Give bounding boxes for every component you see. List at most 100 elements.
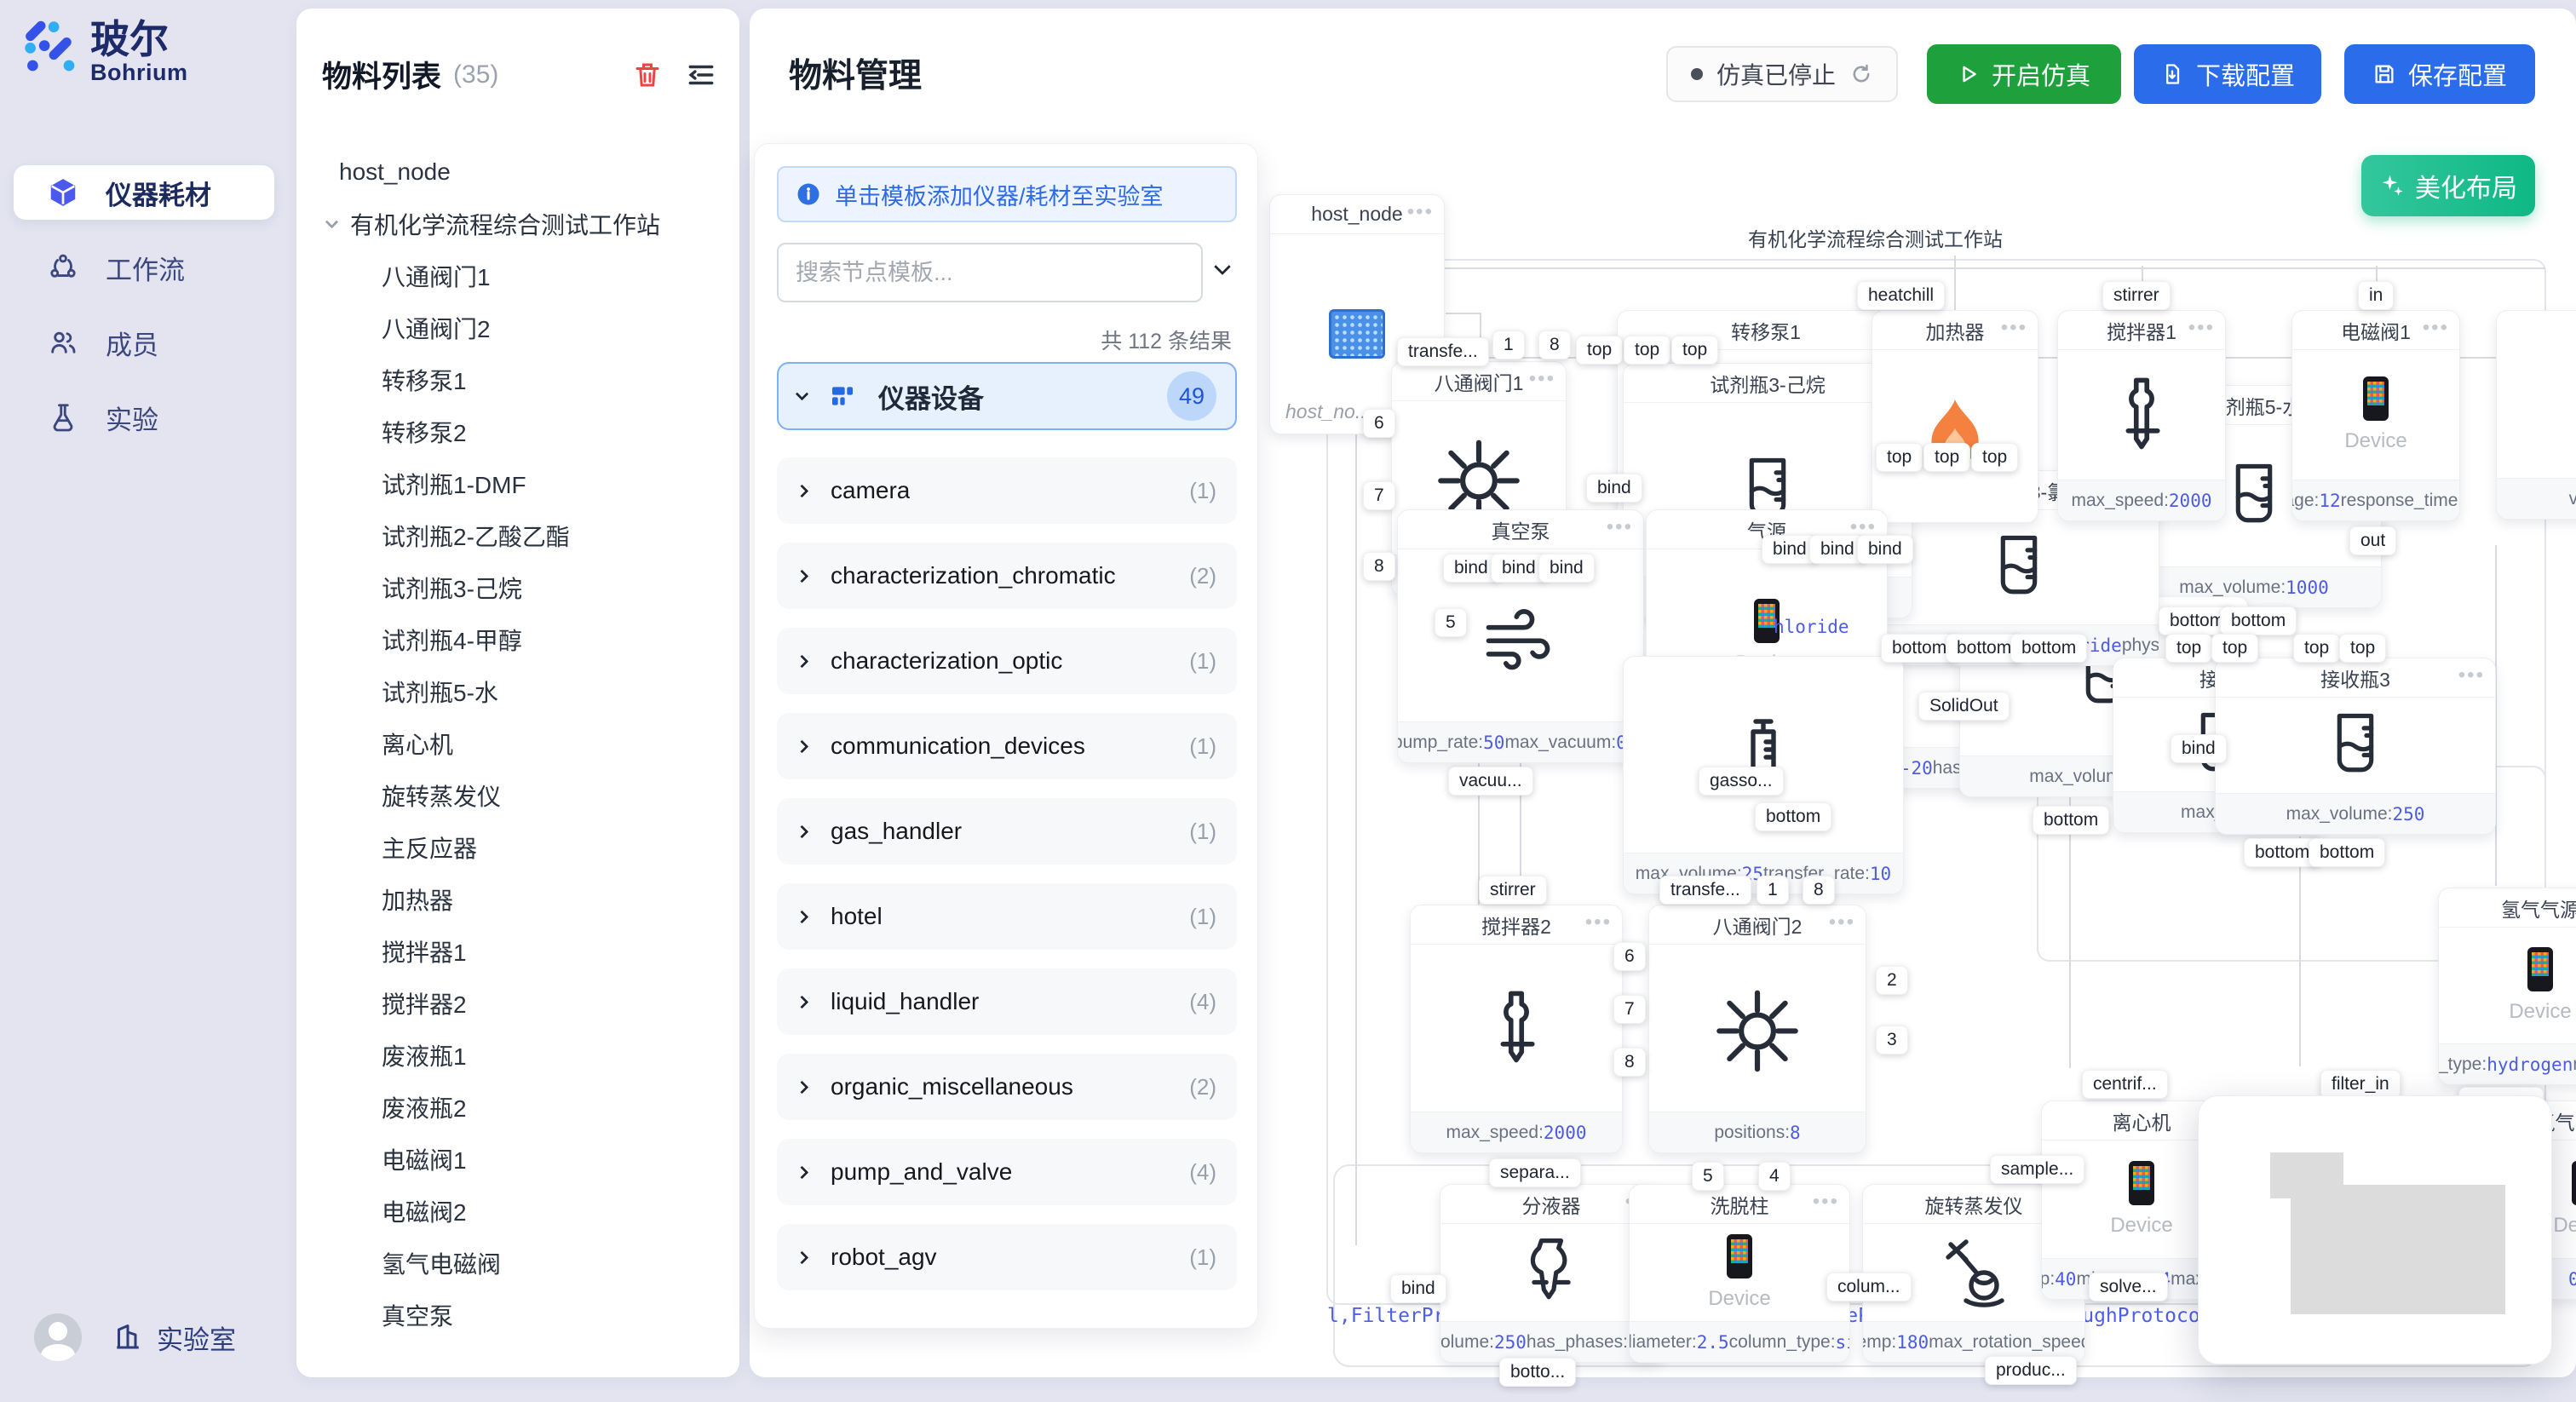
template-item-pump_and_valve[interactable]: pump_and_valve(4) [777, 1139, 1237, 1205]
node-menu-icon[interactable]: ••• [1813, 1190, 1839, 1214]
port-bind[interactable]: bind [1857, 535, 1913, 564]
device-label: Device [2344, 429, 2406, 453]
port-top[interactable]: top [2339, 634, 2386, 663]
canvas-node-card[interactable]: voltage: 12 [2496, 310, 2576, 520]
search-input[interactable] [777, 243, 1203, 302]
canvas-node-氢气气源[interactable]: 氢气气源•••Device_type: hydrogen max_pre [2438, 888, 2576, 1085]
node-menu-icon[interactable]: ••• [2423, 316, 2449, 340]
port-3[interactable]: 3 [1876, 1026, 1908, 1054]
port-centrif[interactable]: centrif... [2082, 1070, 2168, 1099]
canvas-node-八通阀门2[interactable]: 八通阀门2•••positions: 8 [1648, 905, 1866, 1153]
port-colum[interactable]: colum... [1826, 1273, 1912, 1301]
node-menu-icon[interactable]: ••• [1407, 200, 1434, 224]
template-item-liquid_handler[interactable]: liquid_handler(4) [777, 968, 1237, 1035]
beautify-layout-button[interactable]: 美化布局 [2361, 155, 2535, 216]
port-in[interactable]: in [2358, 281, 2394, 310]
template-item-communication_devices[interactable]: communication_devices(1) [777, 713, 1237, 779]
template-item-gas_handler[interactable]: gas_handler(1) [777, 798, 1237, 865]
port-out[interactable]: out [2349, 526, 2396, 555]
port-top[interactable]: top [2165, 634, 2212, 663]
node-menu-icon[interactable]: ••• [2001, 316, 2027, 340]
node-title: 搅拌器2 [1481, 911, 1551, 939]
port-top[interactable]: top [1876, 443, 1923, 472]
port-botto[interactable]: botto... [1499, 1358, 1576, 1387]
chevron-down-icon[interactable] [1216, 263, 1228, 279]
node-menu-icon[interactable]: ••• [2458, 664, 2485, 687]
port-bind[interactable]: bind [1390, 1274, 1446, 1303]
node-menu-icon[interactable]: ••• [1585, 911, 1612, 934]
port-top[interactable]: top [1624, 336, 1670, 365]
port-solve[interactable]: solve... [2089, 1273, 2168, 1301]
template-item-organic_miscellaneous[interactable]: organic_miscellaneous(2) [777, 1054, 1237, 1120]
node-params: voltage: 12 response_time: 0.1 [2292, 480, 2459, 520]
template-item-count: (2) [1189, 563, 1216, 589]
port-transfe[interactable]: transfe... [1659, 876, 1751, 905]
port-8[interactable]: 8 [1538, 330, 1571, 359]
port-top[interactable]: top [1971, 443, 2018, 472]
canvas-node-洗脱柱[interactable]: 洗脱柱•••Devicediameter: 2.5 column_type: s… [1629, 1184, 1850, 1363]
port-2[interactable]: 2 [1876, 966, 1908, 995]
port-bottom[interactable]: bottom [1755, 802, 1831, 831]
canvas-node-真空泵[interactable]: 真空泵•••pump_rate: 50 max_vacuum: 0.1 [1397, 509, 1644, 763]
beautify-layout-label: 美化布局 [2415, 167, 2517, 204]
template-item-count: (1) [1189, 478, 1216, 504]
port-separa[interactable]: separa... [1489, 1158, 1581, 1187]
canvas-node-接收瓶3[interactable]: 接收瓶3•••max_volume: 250 [2215, 658, 2496, 835]
category-instruments[interactable]: 仪器设备 49 [777, 362, 1237, 430]
port-SolidOut[interactable]: SolidOut [1918, 692, 2010, 721]
device-icon [2129, 1161, 2154, 1205]
port-1[interactable]: 1 [1492, 330, 1525, 359]
template-item-camera[interactable]: camera(1) [777, 457, 1237, 524]
port-8[interactable]: 8 [1803, 876, 1835, 905]
node-menu-icon[interactable]: ••• [1607, 515, 1633, 539]
port-filter_in[interactable]: filter_in [2320, 1070, 2401, 1099]
device-icon [2572, 1161, 2576, 1205]
node-title: 洗脱柱 [1711, 1190, 1769, 1219]
port-1[interactable]: 1 [1757, 876, 1789, 905]
template-item-characterization_optic[interactable]: characterization_optic(1) [777, 628, 1237, 694]
port-bind[interactable]: bind [1538, 554, 1595, 583]
grid-icon [829, 382, 856, 410]
canvas-node-搅拌器2[interactable]: 搅拌器2•••max_speed: 2000 [1410, 905, 1623, 1153]
template-item-characterization_chromatic[interactable]: characterization_chromatic(2) [777, 543, 1237, 609]
port-vacuu[interactable]: vacuu... [1448, 767, 1533, 796]
port-bottom[interactable]: bottom [2309, 838, 2385, 867]
port-bottom[interactable]: bottom [2220, 606, 2297, 635]
port-gasso[interactable]: gasso... [1699, 767, 1784, 796]
workstation-group-label: 有机化学流程综合测试工作站 [1739, 223, 2011, 252]
port-bottom[interactable]: bottom [2033, 806, 2109, 835]
node-menu-icon[interactable]: ••• [2188, 316, 2215, 340]
port-sample[interactable]: sample... [1990, 1155, 2084, 1184]
port-5[interactable]: 5 [1692, 1162, 1724, 1191]
port-5[interactable]: 5 [1435, 608, 1467, 637]
port-bind[interactable]: bind [2171, 734, 2227, 763]
port-4[interactable]: 4 [1758, 1162, 1791, 1191]
port-6[interactable]: 6 [1613, 942, 1646, 971]
device-label: Device [1708, 1287, 1770, 1311]
chevron-right-icon [796, 910, 809, 923]
port-7[interactable]: 7 [1613, 995, 1646, 1024]
canvas-node-加热器[interactable]: 加热器••• [1872, 310, 2038, 523]
port-top[interactable]: top [2293, 634, 2340, 663]
port-transfe[interactable]: transfe... [1397, 337, 1489, 366]
canvas-node-搅拌器1[interactable]: 搅拌器1•••max_speed: 2000 [2057, 310, 2226, 521]
port-stirrer[interactable]: stirrer [2102, 281, 2171, 310]
port-top[interactable]: top [1923, 443, 1970, 472]
port-8[interactable]: 8 [1363, 552, 1395, 581]
template-item-robot_agv[interactable]: robot_agv(1) [777, 1224, 1237, 1290]
port-stirrer[interactable]: stirrer [1479, 876, 1547, 905]
port-top[interactable]: top [1671, 336, 1718, 365]
canvas-node-电磁阀1[interactable]: 电磁阀1•••Devicevoltage: 12 response_time: … [2291, 310, 2460, 521]
template-item-hotel[interactable]: hotel(1) [777, 883, 1237, 950]
node-menu-icon[interactable]: ••• [1829, 911, 1855, 934]
port-bind[interactable]: bind [1586, 474, 1642, 503]
port-7[interactable]: 7 [1363, 481, 1395, 510]
port-bottom[interactable]: bottom [2010, 634, 2087, 663]
port-8[interactable]: 8 [1613, 1048, 1646, 1077]
port-6[interactable]: 6 [1363, 409, 1395, 438]
port-top[interactable]: top [1576, 336, 1623, 365]
port-top[interactable]: top [2211, 634, 2258, 663]
node-menu-icon[interactable]: ••• [1529, 367, 1555, 391]
port-heatchill[interactable]: heatchill [1857, 281, 1945, 310]
port-produc[interactable]: produc... [1985, 1356, 2077, 1385]
